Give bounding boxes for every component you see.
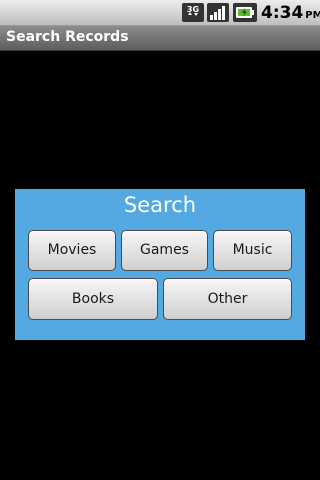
other-button-label: Other (207, 291, 248, 307)
music-button[interactable]: Music (213, 230, 292, 271)
clock-time: 4:34 (261, 3, 304, 23)
books-button[interactable]: Books (28, 278, 158, 320)
app-title-bar: Search Records (0, 26, 320, 51)
app-title: Search Records (6, 29, 129, 45)
movies-button[interactable]: Movies (28, 230, 116, 271)
clock-ampm: PM (305, 10, 320, 21)
3g-label: 3G (187, 5, 199, 14)
search-heading: Search (123, 193, 197, 217)
device-screen: 3G 4:34 PM Search Records Search Movies … (0, 0, 320, 480)
battery-charging-icon (233, 3, 257, 22)
games-button-label: Games (140, 242, 189, 258)
3g-icon: 3G (182, 3, 204, 22)
movies-button-label: Movies (47, 242, 97, 258)
signal-icon (207, 3, 229, 22)
other-button[interactable]: Other (163, 278, 292, 320)
books-button-label: Books (71, 291, 115, 307)
search-panel: Search Movies Games Music Books Other (15, 189, 305, 340)
music-button-label: Music (232, 242, 273, 258)
status-bar: 3G 4:34 PM (0, 0, 320, 26)
games-button[interactable]: Games (121, 230, 208, 271)
status-clock: 4:34 PM (261, 3, 320, 23)
